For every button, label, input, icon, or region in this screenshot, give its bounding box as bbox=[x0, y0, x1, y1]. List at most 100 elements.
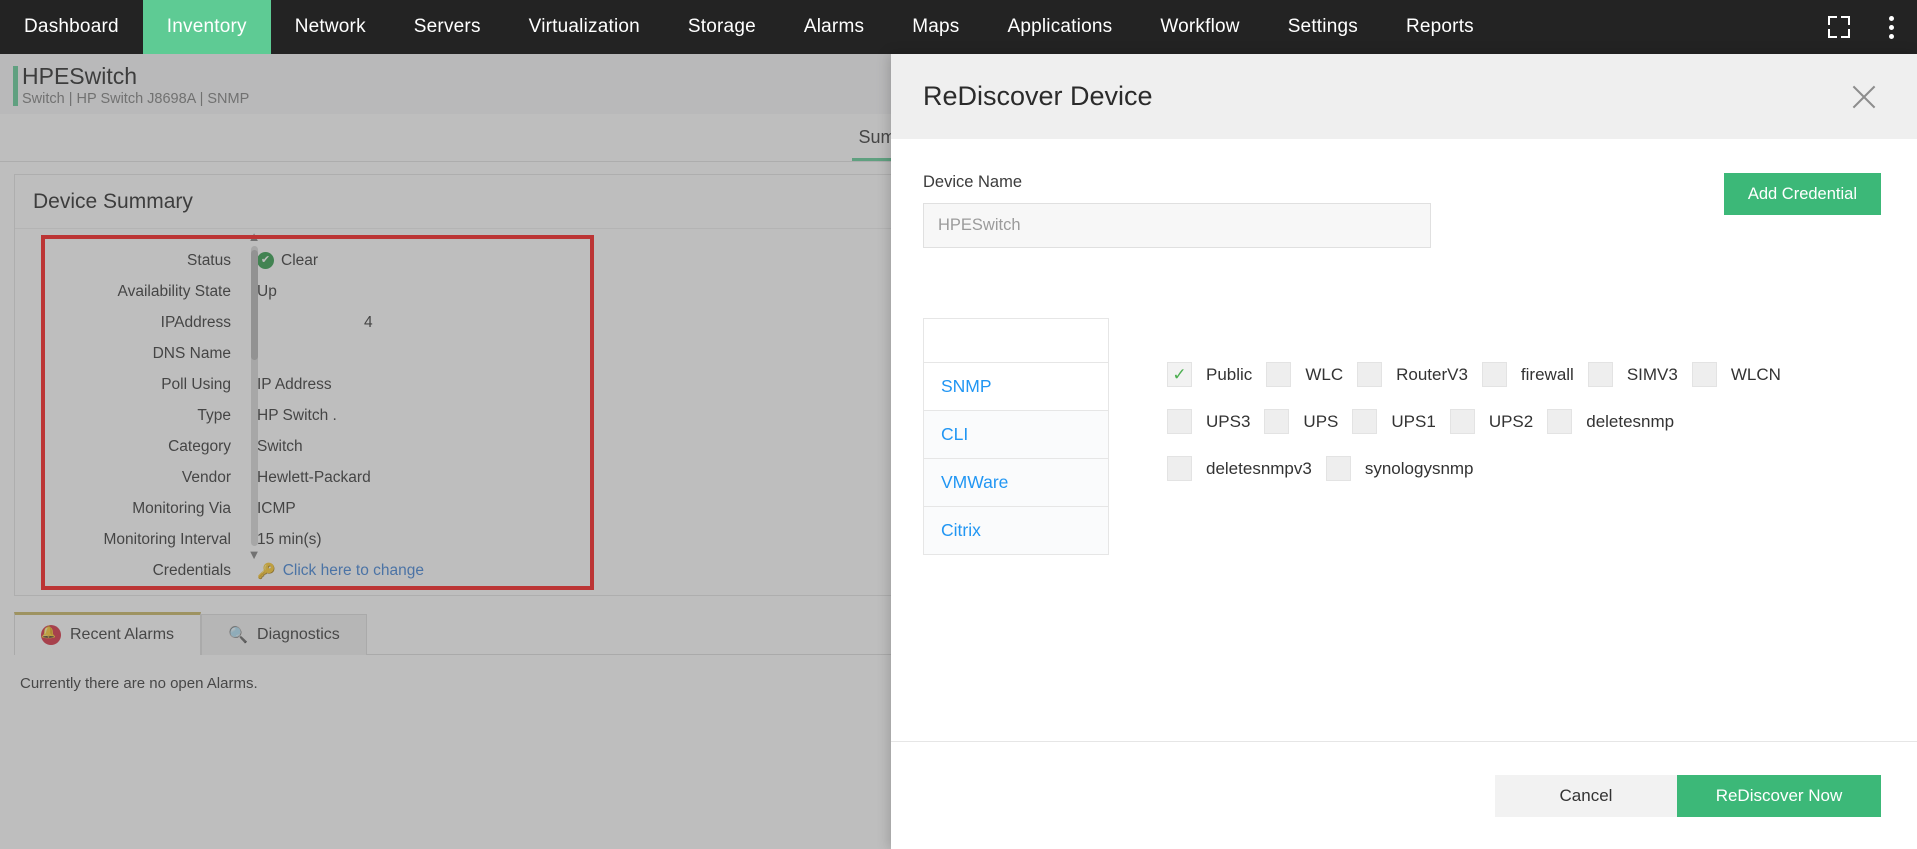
protocol-tab-cli[interactable]: CLI bbox=[924, 410, 1108, 458]
alarm-bell-icon: 🔔 bbox=[41, 625, 61, 645]
credential-checkbox-deletesnmp[interactable] bbox=[1547, 409, 1573, 434]
credential-label[interactable]: WLCN bbox=[1731, 365, 1781, 385]
protocol-tab-spacer bbox=[924, 318, 1108, 362]
dialog-header: ReDiscover Device bbox=[891, 54, 1917, 139]
credential-checkbox-wlc[interactable] bbox=[1266, 362, 1292, 387]
nav-item-storage[interactable]: Storage bbox=[664, 0, 780, 54]
bottom-tab-diagnostics[interactable]: 🔍 Diagnostics bbox=[201, 614, 367, 655]
credential-item: UPS3 bbox=[1167, 409, 1250, 434]
credential-item: WLCN bbox=[1691, 362, 1781, 387]
credential-label[interactable]: synologysnmp bbox=[1365, 459, 1474, 479]
credential-item: firewall bbox=[1481, 362, 1574, 387]
collapse-glyph bbox=[1828, 16, 1850, 38]
nav-item-maps[interactable]: Maps bbox=[888, 0, 983, 54]
protocol-tab-list: SNMP CLI VMWare Citrix bbox=[923, 318, 1109, 555]
credential-label[interactable]: firewall bbox=[1521, 365, 1574, 385]
summary-row-label: Monitoring Via bbox=[132, 499, 231, 517]
credential-checkbox-firewall[interactable] bbox=[1481, 362, 1507, 387]
scroll-track[interactable] bbox=[250, 246, 258, 546]
device-name-input[interactable] bbox=[923, 203, 1431, 248]
close-icon[interactable] bbox=[1847, 80, 1881, 114]
credential-row: ✓ Public WLC RouterV3 firewall SIMV3 WLCN bbox=[1167, 362, 1881, 387]
key-icon: 🔑 bbox=[257, 562, 276, 580]
chevron-down-icon[interactable]: ▼ bbox=[248, 548, 261, 561]
bottom-tab-recent-alarms[interactable]: 🔔 Recent Alarms bbox=[14, 612, 202, 655]
credential-checkbox-ups1[interactable] bbox=[1352, 409, 1378, 434]
credential-label[interactable]: UPS1 bbox=[1391, 412, 1435, 432]
nav-item-virtualization[interactable]: Virtualization bbox=[505, 0, 664, 54]
redacted-value bbox=[343, 404, 409, 427]
scroll-thumb[interactable] bbox=[250, 250, 258, 360]
credential-checkbox-simv3[interactable] bbox=[1587, 362, 1613, 387]
redacted-value bbox=[257, 311, 357, 334]
summary-scrollbar[interactable]: ▲ ▼ bbox=[247, 230, 261, 561]
collapse-icon[interactable] bbox=[1813, 0, 1865, 54]
credential-label[interactable]: deletesnmp bbox=[1586, 412, 1674, 432]
credential-label[interactable]: SIMV3 bbox=[1627, 365, 1678, 385]
credential-row: UPS3 UPS UPS1 UPS2 deletesnmp bbox=[1167, 409, 1881, 434]
credentials-change-link[interactable]: Click here to change bbox=[283, 562, 424, 580]
credential-checkbox-synologysnmp[interactable] bbox=[1325, 456, 1351, 481]
nav-item-list: Dashboard Inventory Network Servers Virtuali… bbox=[0, 0, 1498, 54]
nav-item-servers[interactable]: Servers bbox=[390, 0, 505, 54]
redacted-value bbox=[257, 342, 467, 365]
credential-checkbox-ups2[interactable] bbox=[1449, 409, 1475, 434]
credential-checkbox-ups3[interactable] bbox=[1167, 409, 1192, 434]
summary-value-text: Hewlett-Packard bbox=[257, 468, 371, 486]
credential-label[interactable]: RouterV3 bbox=[1396, 365, 1468, 385]
nav-item-dashboard[interactable]: Dashboard bbox=[0, 0, 143, 54]
protocol-tab-snmp[interactable]: SNMP bbox=[924, 362, 1108, 410]
summary-row-label: Poll Using bbox=[161, 375, 231, 393]
bottom-tab-label: Recent Alarms bbox=[70, 626, 175, 643]
summary-row-label: Type bbox=[197, 406, 231, 424]
device-accent-bar bbox=[13, 66, 18, 106]
credential-checkbox-deletesnmpv3[interactable] bbox=[1167, 456, 1192, 481]
summary-row-label: Availability State bbox=[117, 282, 231, 300]
credential-label[interactable]: UPS2 bbox=[1489, 412, 1533, 432]
credential-label[interactable]: Public bbox=[1206, 365, 1252, 385]
kebab-menu-icon[interactable] bbox=[1865, 0, 1917, 54]
credential-item: deletesnmp bbox=[1547, 409, 1674, 434]
credential-label[interactable]: UPS3 bbox=[1206, 412, 1250, 432]
credential-item: SIMV3 bbox=[1587, 362, 1678, 387]
credential-checkbox-wlcn[interactable] bbox=[1691, 362, 1717, 387]
nav-item-alarms[interactable]: Alarms bbox=[780, 0, 888, 54]
credential-item: ✓ Public bbox=[1167, 362, 1252, 387]
credential-item: UPS1 bbox=[1352, 409, 1436, 434]
summary-row-label: Monitoring Interval bbox=[103, 530, 231, 548]
credential-label[interactable]: WLC bbox=[1305, 365, 1343, 385]
credential-checkbox-grid: ✓ Public WLC RouterV3 firewall SIMV3 WLCN UPS3 U… bbox=[1109, 294, 1881, 555]
nav-item-reports[interactable]: Reports bbox=[1382, 0, 1498, 54]
summary-value-text: 4 bbox=[364, 313, 373, 331]
summary-row-label: Credentials bbox=[152, 561, 231, 579]
credential-label[interactable]: UPS bbox=[1303, 412, 1338, 432]
cancel-button[interactable]: Cancel bbox=[1495, 774, 1677, 817]
nav-item-network[interactable]: Network bbox=[271, 0, 390, 54]
rediscover-now-button[interactable]: ReDiscover Now bbox=[1677, 774, 1881, 817]
credential-item: WLC bbox=[1266, 362, 1343, 387]
nav-item-workflow[interactable]: Workflow bbox=[1136, 0, 1263, 54]
card-title: Device Summary bbox=[33, 189, 193, 213]
chevron-up-icon[interactable]: ▲ bbox=[248, 230, 261, 243]
credential-item: deletesnmpv3 bbox=[1167, 456, 1312, 481]
credential-checkbox-ups[interactable] bbox=[1264, 409, 1290, 434]
credential-checkbox-public[interactable]: ✓ bbox=[1167, 362, 1192, 387]
rediscover-device-dialog: ReDiscover Device Device Name Add Creden… bbox=[891, 54, 1917, 849]
credential-item: UPS2 bbox=[1449, 409, 1533, 434]
protocol-tabs: SNMP CLI VMWare Citrix bbox=[924, 362, 1108, 554]
kebab-glyph bbox=[1888, 15, 1894, 39]
credential-label[interactable]: deletesnmpv3 bbox=[1206, 459, 1312, 479]
summary-value-text: Clear bbox=[281, 251, 319, 269]
summary-row-label: Category bbox=[168, 437, 231, 455]
add-credential-button[interactable]: Add Credential bbox=[1723, 173, 1881, 215]
dialog-title: ReDiscover Device bbox=[923, 81, 1153, 111]
summary-row-label: Status bbox=[187, 251, 231, 269]
nav-item-settings[interactable]: Settings bbox=[1264, 0, 1382, 54]
summary-value-text: ICMP bbox=[257, 499, 296, 517]
protocol-tab-citrix[interactable]: Citrix bbox=[924, 506, 1108, 554]
protocol-tab-vmware[interactable]: VMWare bbox=[924, 458, 1108, 506]
nav-item-inventory[interactable]: Inventory bbox=[142, 0, 271, 54]
nav-item-applications[interactable]: Applications bbox=[983, 0, 1136, 54]
credential-checkbox-routerv3[interactable] bbox=[1357, 362, 1383, 387]
